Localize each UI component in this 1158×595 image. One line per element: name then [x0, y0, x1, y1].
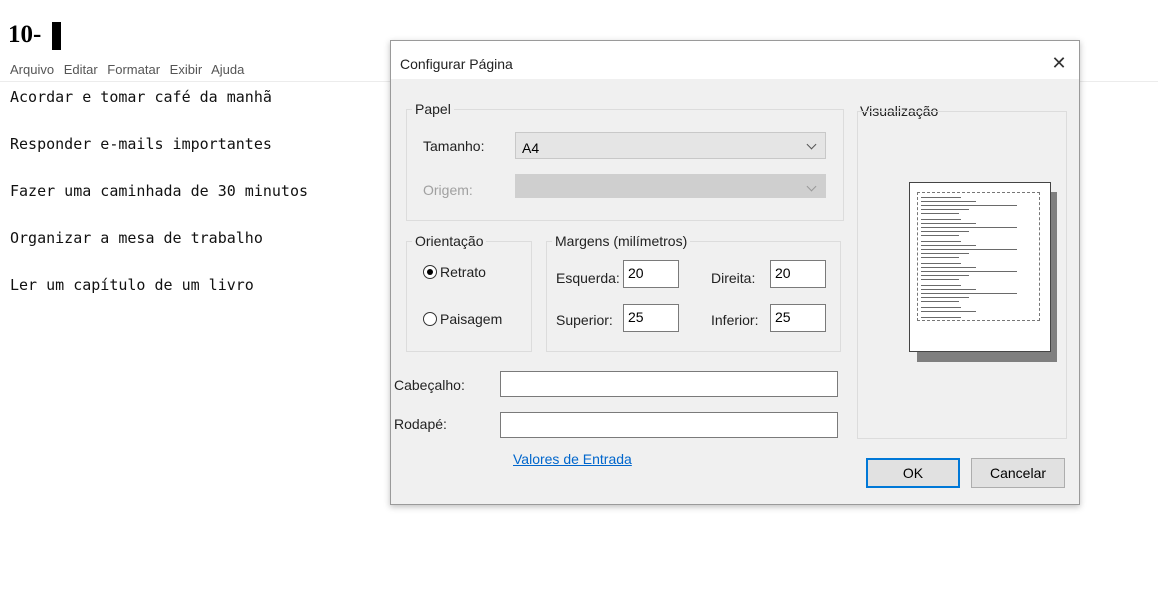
- margin-right-input[interactable]: 20: [770, 260, 826, 288]
- orientation-legend: Orientação: [415, 233, 484, 249]
- source-label: Origem:: [423, 182, 473, 198]
- close-icon[interactable]: ✕: [1047, 51, 1071, 75]
- preview-text-line: [921, 307, 961, 308]
- portrait-radio[interactable]: [423, 265, 437, 279]
- landscape-label[interactable]: Paisagem: [440, 311, 502, 327]
- margin-top-input[interactable]: 25: [623, 304, 679, 332]
- footer-label: Rodapé:: [394, 416, 447, 432]
- preview-text-line: [921, 219, 961, 220]
- paper-size-value: A4: [522, 140, 540, 156]
- preview-text-line: [921, 209, 969, 210]
- dialog-titlebar[interactable]: Configurar Página ✕: [391, 41, 1079, 79]
- paper-legend: Papel: [415, 101, 451, 117]
- menu-ajuda[interactable]: Ajuda: [211, 62, 244, 77]
- preview-text-line: [921, 271, 1017, 272]
- size-label: Tamanho:: [423, 138, 485, 154]
- ok-button[interactable]: OK: [866, 458, 960, 488]
- preview-text-line: [921, 241, 961, 242]
- preview-text-line: [921, 227, 1017, 228]
- paper-source-select: [515, 174, 826, 198]
- preview-text-line: [921, 245, 976, 246]
- default-values-link[interactable]: Valores de Entrada: [513, 451, 632, 467]
- notepad-text-area[interactable]: Acordar e tomar café da manhã Responder …: [10, 86, 308, 321]
- preview-text-line: [921, 267, 976, 268]
- preview-text-line: [921, 201, 976, 202]
- portrait-label[interactable]: Retrato: [440, 264, 486, 280]
- question-number: 10-: [8, 21, 42, 48]
- preview-text-line: [921, 213, 959, 214]
- margin-left-input[interactable]: 20: [623, 260, 679, 288]
- notepad-menubar: Arquivo Editar Formatar Exibir Ajuda: [10, 62, 250, 77]
- preview-text-line: [921, 293, 1017, 294]
- header-label: Cabeçalho:: [394, 377, 465, 393]
- header-input[interactable]: [500, 371, 838, 397]
- chevron-down-icon: [806, 139, 817, 150]
- preview-text-line: [921, 253, 969, 254]
- menu-exibir[interactable]: Exibir: [170, 62, 203, 77]
- dialog-title: Configurar Página: [400, 56, 513, 72]
- preview-text-line: [921, 235, 959, 236]
- text-line: Responder e-mails importantes: [10, 135, 272, 153]
- preview-text-line: [921, 197, 961, 198]
- paper-group: Papel: [406, 101, 844, 221]
- preview-text-line: [921, 289, 976, 290]
- preview-margin-guide: [917, 192, 1040, 321]
- orientation-group: Orientação: [406, 233, 532, 352]
- text-line: Fazer uma caminhada de 30 minutos: [10, 182, 309, 200]
- text-line: Acordar e tomar café da manhã: [10, 88, 272, 106]
- preview-text-line: [921, 263, 961, 264]
- menu-arquivo[interactable]: Arquivo: [10, 62, 54, 77]
- margin-bottom-label: Inferior:: [711, 312, 759, 328]
- preview-text-line: [921, 285, 961, 286]
- text-line: Ler um capítulo de um livro: [10, 276, 254, 294]
- margin-bottom-input[interactable]: 25: [770, 304, 826, 332]
- preview-text-line: [921, 301, 959, 302]
- menu-formatar[interactable]: Formatar: [107, 62, 160, 77]
- chevron-down-icon: [806, 181, 817, 192]
- preview-text-line: [921, 297, 969, 298]
- preview-text-line: [921, 317, 961, 318]
- preview-text-line: [921, 279, 959, 280]
- preview-text-line: [921, 275, 969, 276]
- preview-text-line: [921, 205, 1017, 206]
- menu-editar[interactable]: Editar: [64, 62, 98, 77]
- margin-left-label: Esquerda:: [556, 270, 620, 286]
- margin-right-label: Direita:: [711, 270, 756, 286]
- preview-text-line: [921, 249, 1017, 250]
- preview-text-line: [921, 231, 969, 232]
- preview-page: [909, 182, 1051, 352]
- text-line: Organizar a mesa de trabalho: [10, 229, 263, 247]
- cancel-button[interactable]: Cancelar: [971, 458, 1065, 488]
- footer-input[interactable]: [500, 412, 838, 438]
- redaction-bar: [52, 22, 61, 50]
- paper-size-select[interactable]: A4: [515, 132, 826, 159]
- landscape-radio[interactable]: [423, 312, 437, 326]
- preview-text-line: [921, 311, 976, 312]
- page-setup-dialog: Configurar Página ✕ Papel Tamanho: A4 Or…: [390, 40, 1080, 505]
- preview-text-line: [921, 223, 976, 224]
- preview-text-line: [921, 257, 959, 258]
- margin-top-label: Superior:: [556, 312, 613, 328]
- margins-group: Margens (milímetros): [546, 233, 841, 352]
- margins-legend: Margens (milímetros): [555, 233, 688, 249]
